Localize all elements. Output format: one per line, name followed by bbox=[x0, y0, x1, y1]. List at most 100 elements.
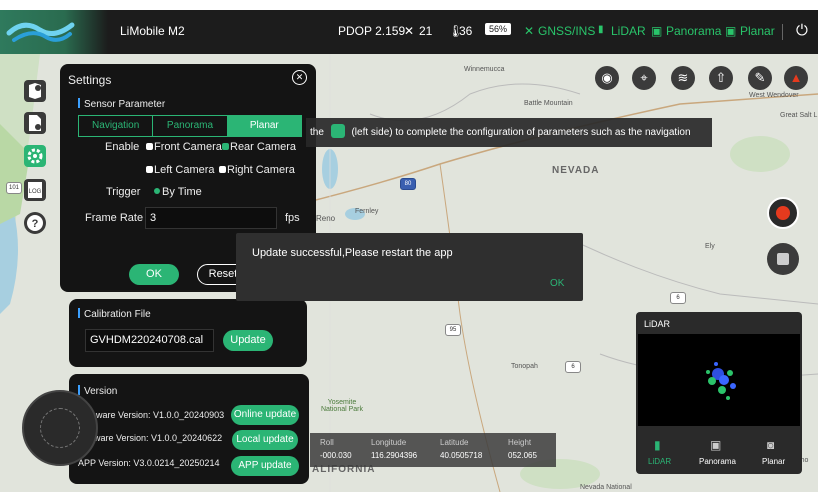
power-icon[interactable]: ⏻ bbox=[796, 22, 808, 39]
divider bbox=[782, 24, 783, 40]
settings-title: Settings bbox=[68, 73, 112, 87]
satellite-icon: ✕ bbox=[404, 24, 415, 38]
route-80-shield: 80 bbox=[400, 178, 416, 190]
layers-button[interactable]: ≋ bbox=[671, 66, 695, 90]
upload-button[interactable]: ⇧ bbox=[709, 66, 733, 90]
compass-button[interactable]: ▲ bbox=[784, 66, 808, 90]
planar-status[interactable]: Planar bbox=[740, 24, 775, 38]
record-icon bbox=[776, 206, 790, 220]
eye-icon: ◉ bbox=[601, 70, 613, 85]
compass-icon: ▲ bbox=[789, 70, 803, 85]
point-cloud-render bbox=[706, 362, 736, 400]
route-6-shield-east: 6 bbox=[670, 292, 686, 304]
record-button[interactable] bbox=[767, 197, 799, 229]
map-label-winnemucca: Winnemucca bbox=[464, 66, 505, 73]
map-label-nevada: NEVADA bbox=[552, 165, 600, 176]
tab-planar[interactable]: Planar bbox=[227, 116, 301, 136]
location-icon: ⌖ bbox=[640, 70, 648, 85]
map-pin-button[interactable] bbox=[24, 80, 46, 102]
calibration-title: Calibration File bbox=[78, 308, 151, 320]
route-101-shield: 101 bbox=[6, 182, 22, 194]
help-icon: ? bbox=[27, 215, 43, 231]
panorama-tab[interactable]: Panorama bbox=[699, 457, 736, 466]
app-title: LiMobile M2 bbox=[120, 24, 185, 38]
sensor-tabs: Navigation Panorama Planar bbox=[78, 115, 302, 137]
latitude-label: Latitude bbox=[440, 438, 469, 447]
longitude-label: Longitude bbox=[371, 438, 407, 447]
temperature-readout: 36 bbox=[459, 24, 473, 38]
map-label-great-salt: Great Salt L bbox=[780, 112, 818, 119]
update-dialog: Update successful,Please restart the app… bbox=[236, 233, 583, 301]
stop-button[interactable] bbox=[767, 243, 799, 275]
route-95-shield: 95 bbox=[445, 324, 461, 336]
pdop-readout: PDOP 2.159 bbox=[338, 24, 406, 38]
frame-rate-label: Frame Rate bbox=[85, 212, 144, 224]
hint-prefix: the bbox=[310, 127, 324, 138]
app-update-button[interactable]: APP update bbox=[231, 456, 299, 476]
layers-icon: ≋ bbox=[677, 70, 689, 85]
log-button[interactable]: LOG bbox=[24, 179, 46, 201]
calibration-file-field[interactable]: GVHDM220240708.cal bbox=[85, 329, 214, 352]
planar-tab[interactable]: Planar bbox=[762, 457, 785, 466]
panorama-tab-icon: ▣ bbox=[710, 438, 722, 452]
software-version: Software Version: V1.0.0_20240622 bbox=[78, 433, 223, 443]
right-camera-checkbox[interactable]: Right Camera bbox=[219, 164, 295, 176]
tab-panorama[interactable]: Panorama bbox=[153, 116, 228, 136]
firmware-version: Firmware Version: V1.0.0_20240903 bbox=[78, 410, 225, 420]
calibration-update-button[interactable]: Update bbox=[223, 330, 273, 351]
longitude-value: 116.2904396 bbox=[371, 451, 418, 460]
log-icon: LOG bbox=[28, 182, 42, 198]
roll-label: Roll bbox=[320, 438, 334, 447]
tab-navigation[interactable]: Navigation bbox=[79, 116, 154, 136]
frame-rate-input[interactable]: 3 bbox=[145, 207, 277, 229]
gnss-status[interactable]: GNSS/INS bbox=[538, 24, 595, 38]
lidar-tab[interactable]: LiDAR bbox=[648, 457, 671, 466]
top-white-strip bbox=[0, 0, 818, 10]
hint-banner: the (left side) to complete the configur… bbox=[306, 118, 712, 147]
online-update-button[interactable]: Online update bbox=[231, 405, 299, 425]
svg-text:LOG: LOG bbox=[29, 189, 42, 195]
map-pin-icon bbox=[29, 83, 41, 99]
file-settings-button[interactable] bbox=[24, 112, 46, 134]
gear-icon bbox=[27, 148, 43, 164]
planar-tab-icon: ◙ bbox=[767, 438, 775, 452]
satellite-count: 21 bbox=[419, 24, 433, 38]
front-camera-checkbox[interactable]: Front Camera bbox=[146, 141, 222, 153]
frame-rate-unit: fps bbox=[285, 212, 300, 224]
left-camera-checkbox[interactable]: Left Camera bbox=[146, 164, 215, 176]
panorama-icon: ▣ bbox=[651, 24, 663, 38]
svg-text:?: ? bbox=[32, 218, 39, 230]
location-button[interactable]: ⌖ bbox=[632, 66, 656, 90]
close-icon[interactable]: ✕ bbox=[292, 70, 307, 85]
lidar-tab-icon: ▮ bbox=[654, 438, 661, 452]
trigger-label: Trigger bbox=[106, 186, 141, 198]
map-label-battle-mountain: Battle Mountain bbox=[524, 100, 573, 107]
lidar-status[interactable]: LiDAR bbox=[611, 24, 646, 38]
lidar-panel-title: LiDAR bbox=[644, 319, 671, 329]
hint-text: (left side) to complete the configuratio… bbox=[351, 127, 691, 138]
eye-button[interactable]: ◉ bbox=[595, 66, 619, 90]
route-6-shield-west: 6 bbox=[565, 361, 581, 373]
gear-button[interactable] bbox=[24, 145, 46, 167]
dialog-ok-button[interactable]: OK bbox=[550, 278, 564, 289]
lidar-preview-panel: LiDAR ▮ LiDAR ▣ Panorama ◙ Planar bbox=[636, 312, 802, 474]
app-version: APP Version: V3.0.0214_20250214 bbox=[78, 458, 220, 468]
hint-gear-icon bbox=[330, 124, 345, 138]
version-title: Version bbox=[78, 385, 117, 397]
trigger-by-time-radio[interactable]: By Time bbox=[154, 186, 202, 198]
broom-icon: ✎ bbox=[754, 70, 766, 85]
broom-button[interactable]: ✎ bbox=[748, 66, 772, 90]
local-update-button[interactable]: Local update bbox=[232, 430, 298, 450]
help-button[interactable]: ? bbox=[24, 212, 46, 234]
file-settings-icon bbox=[29, 115, 41, 131]
map-label-west-wendover: West Wendover bbox=[749, 92, 799, 99]
planar-icon: ▣ bbox=[725, 24, 737, 38]
battery-icon: 56% bbox=[485, 23, 512, 35]
map-label-ely: Ely bbox=[705, 243, 715, 250]
lidar-icon: ▮ bbox=[598, 24, 604, 35]
ok-button[interactable]: OK bbox=[129, 264, 179, 285]
stop-icon bbox=[777, 253, 789, 265]
panorama-status[interactable]: Panorama bbox=[666, 24, 721, 38]
rear-camera-checkbox[interactable]: Rear Camera bbox=[222, 141, 296, 153]
roll-value: -000.030 bbox=[320, 451, 352, 460]
